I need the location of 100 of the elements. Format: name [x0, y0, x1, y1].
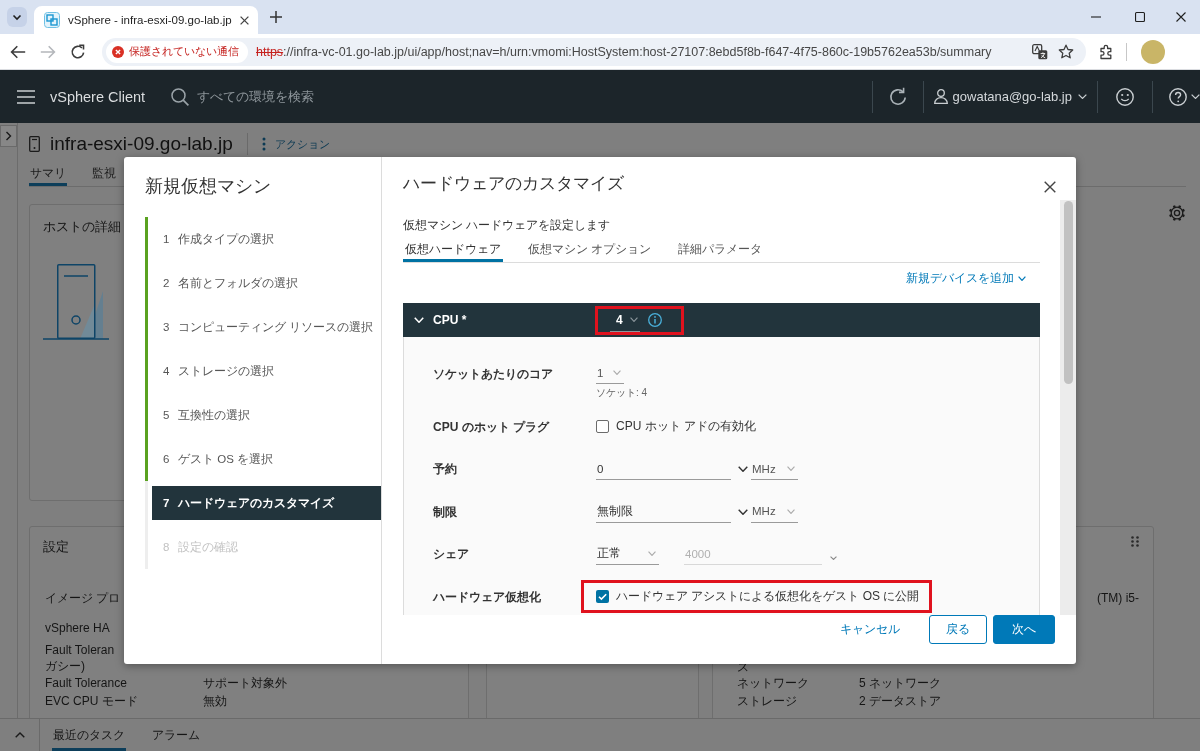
browser-tab[interactable]: vSphere - infra-esxi-09.go-lab.jp — [34, 6, 258, 34]
chevron-down-icon — [1018, 276, 1026, 281]
server-icon — [29, 136, 40, 152]
tab[interactable]: アラーム — [151, 719, 201, 751]
back-button[interactable]: 戻る — [929, 615, 987, 644]
row-label: ネットワーク — [737, 675, 810, 691]
chevron-down-icon — [787, 508, 795, 514]
field-label: ソケットあたりのコア — [433, 367, 553, 381]
user-icon — [933, 89, 948, 104]
row-label: EVC CPU モード — [45, 693, 138, 709]
translate-icon[interactable] — [1032, 43, 1048, 60]
field-label: ハードウェア仮想化 — [433, 589, 541, 604]
tab[interactable]: 仮想ハードウェア — [403, 236, 503, 262]
search-icon — [171, 87, 190, 106]
dropdown[interactable]: 1 — [596, 362, 624, 384]
wizard-step[interactable]: 1 作成タイプの選択 — [148, 222, 381, 256]
row-label: vSphere HA — [45, 620, 110, 636]
field-label: シェア — [433, 547, 469, 561]
tab[interactable]: 詳細パラメータ — [676, 236, 765, 262]
smiley-icon[interactable] — [1116, 87, 1134, 106]
scrollbar[interactable] — [1060, 200, 1076, 615]
row-value: 無効 — [203, 693, 227, 709]
app-title: vSphere Client — [50, 88, 146, 105]
grip-icon[interactable] — [1131, 535, 1139, 547]
card-title: ホストの詳細 — [43, 218, 121, 236]
row-label: Fault Toleran ガシー) — [45, 642, 115, 674]
chevron-down-icon[interactable] — [7, 7, 27, 27]
dropdown[interactable]: 4 — [610, 308, 640, 332]
checkbox-label: CPU ホット アドの有効化 — [616, 418, 756, 435]
maximize-icon[interactable] — [1135, 12, 1145, 22]
security-chip[interactable]: 保護されていない通信 — [106, 40, 248, 63]
chevron-right-icon[interactable] — [0, 125, 17, 147]
row-value: 2 データストア — [859, 693, 941, 709]
field-label: 予約 — [433, 462, 457, 476]
tab[interactable]: サマリ — [29, 163, 67, 186]
row-value: 5 ネットワーク — [859, 675, 941, 691]
tab[interactable]: 仮想マシン オプション — [526, 236, 654, 262]
address-bar[interactable]: 保護されていない通信 https://infra-vc-01.go-lab.jp/ui/app/host;nav=h/urn:vmomi:HostSystem:host-27107:8ebd5f8b-f647-4f75-860c-19b5762ea53b/summary — [102, 37, 1086, 66]
menu-icon[interactable] — [17, 89, 35, 104]
caret-icon — [1078, 94, 1087, 99]
user-menu-button[interactable]: gowatana@go-lab.jp — [933, 89, 1087, 104]
wizard-step[interactable]: 6 ゲスト OS を選択 — [148, 442, 381, 476]
section-header[interactable]: CPU * 4 — [403, 303, 1040, 337]
row-value: (TM) i5- — [1097, 590, 1139, 606]
search-field[interactable]: すべての環境を検索 — [197, 89, 618, 104]
input-field[interactable]: 0 — [596, 458, 731, 480]
reload-icon[interactable] — [70, 43, 86, 60]
wizard-step[interactable]: 5 互換性の選択 — [148, 398, 381, 432]
settings-icon[interactable] — [1168, 204, 1186, 222]
scrollbar-thumb[interactable] — [1063, 201, 1073, 384]
wizard-title: 新規仮想マシン — [145, 175, 271, 198]
url-text: https://infra-vc-01.go-lab.jp/ui/app/host;nav=h/urn:vmomi:HostSystem:host-27107:8ebd5f8b-f647-4f75-860c-19b5762ea53b/summary — [256, 44, 992, 59]
close-icon[interactable] — [1044, 181, 1056, 193]
card-title: 設定 — [43, 538, 69, 556]
checkbox[interactable] — [596, 590, 609, 603]
close-icon[interactable] — [1176, 12, 1186, 22]
wizard-step[interactable]: 3 コンピューティング リソースの選択 — [148, 310, 381, 344]
refresh-icon[interactable] — [887, 86, 908, 107]
input-field[interactable]: 無制限 — [596, 500, 731, 523]
close-icon[interactable] — [239, 15, 249, 25]
cancel-button[interactable]: キャンセル — [840, 615, 900, 644]
tab[interactable]: 最近のタスク — [52, 719, 126, 751]
row-label: Fault Tolerance — [45, 675, 127, 691]
back-icon[interactable] — [10, 43, 26, 60]
page-title: ハードウェアのカスタマイズ — [403, 173, 624, 194]
chevron-down-icon — [613, 370, 621, 375]
row-value: サポート対象外 — [203, 675, 287, 691]
row-label: ス — [737, 659, 750, 675]
chevron-down-icon[interactable] — [738, 508, 748, 515]
chevron-down-icon[interactable] — [738, 466, 748, 472]
star-icon[interactable] — [1058, 43, 1074, 60]
next-button[interactable]: 次へ — [993, 615, 1055, 644]
dropdown[interactable]: MHz — [751, 458, 798, 480]
wizard-step[interactable]: 4 ストレージの選択 — [148, 354, 381, 388]
vertical-dots-icon — [261, 137, 266, 151]
section-label: CPU * — [433, 313, 467, 327]
plus-icon[interactable] — [269, 11, 282, 23]
tab[interactable]: 監視 — [91, 163, 117, 186]
chevron-down-icon — [648, 551, 656, 556]
favicon-icon — [44, 12, 60, 28]
host-title: infra-esxi-09.go-lab.jp — [50, 133, 233, 155]
info-icon[interactable] — [648, 313, 662, 327]
row-label: ストレージ — [737, 693, 798, 709]
subtitle: 仮想マシン ハードウェアを設定します — [403, 218, 611, 233]
caret-icon[interactable] — [1191, 94, 1200, 99]
field-label: 制限 — [433, 504, 457, 519]
wizard-step[interactable]: 2 名前とフォルダの選択 — [148, 266, 381, 300]
chevron-down-icon — [787, 466, 795, 471]
row-label: イメージ プロ — [45, 590, 121, 606]
checkbox-label: ハードウェア アシストによる仮想化をゲスト OS に公開 — [616, 588, 920, 605]
chevron-up-icon[interactable] — [14, 732, 25, 738]
error-icon — [112, 45, 124, 58]
add-device-link[interactable]: 新規デバイスを追加 — [906, 271, 1026, 286]
hint-text: ソケット: 4 — [596, 387, 648, 399]
field-label: CPU のホット プラグ — [433, 419, 549, 434]
wizard-step[interactable]: 7 ハードウェアのカスタマイズ — [152, 486, 381, 520]
help-icon[interactable] — [1169, 87, 1187, 106]
checkbox[interactable] — [596, 420, 609, 433]
dropdown[interactable]: MHz — [751, 500, 798, 523]
chevron-down-icon — [630, 317, 638, 322]
